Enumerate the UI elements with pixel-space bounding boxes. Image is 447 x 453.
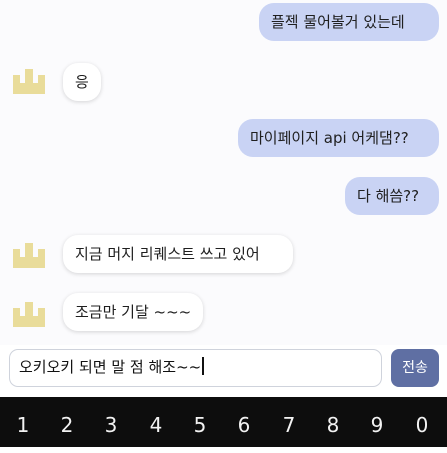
received-message: 지금 머지 리퀘스트 쓰고 있어	[63, 235, 293, 273]
keyboard: 1 2 3 4 5 6 7 8 9 0	[0, 397, 447, 447]
avatar[interactable]	[9, 234, 49, 274]
sent-message: 플젝 물어볼거 있는데	[259, 3, 439, 41]
key-9[interactable]: 9	[355, 397, 399, 447]
message-input-value: 오키오키 되면 말 점 해조~~	[19, 358, 202, 376]
key-0[interactable]: 0	[400, 397, 444, 447]
number-key-row: 1 2 3 4 5 6 7 8 9 0	[0, 397, 447, 447]
avatar[interactable]	[9, 293, 49, 333]
sent-message: 마이페이지 api 어케댐??	[238, 119, 439, 157]
key-7[interactable]: 7	[267, 397, 311, 447]
crown-icon	[13, 243, 45, 268]
text-caret	[202, 357, 204, 375]
crown-icon	[13, 69, 45, 94]
crown-icon	[13, 302, 45, 327]
key-2[interactable]: 2	[45, 397, 89, 447]
message-input[interactable]: 오키오키 되면 말 점 해조~~	[9, 349, 382, 387]
received-message: 조금만 기달 ~~~	[63, 293, 203, 331]
composer-bar: 오키오키 되면 말 점 해조~~ 전송	[0, 345, 447, 397]
avatar[interactable]	[9, 60, 49, 100]
key-6[interactable]: 6	[222, 397, 266, 447]
key-5[interactable]: 5	[178, 397, 222, 447]
chat-area: 플젝 물어볼거 있는데 응 마이페이지 api 어케댐?? 다 해씀?? 지금 …	[0, 0, 447, 345]
key-1[interactable]: 1	[1, 397, 45, 447]
key-3[interactable]: 3	[89, 397, 133, 447]
key-8[interactable]: 8	[311, 397, 355, 447]
key-4[interactable]: 4	[134, 397, 178, 447]
send-button[interactable]: 전송	[391, 349, 439, 387]
sent-message: 다 해씀??	[345, 177, 439, 215]
received-message: 응	[63, 63, 101, 101]
